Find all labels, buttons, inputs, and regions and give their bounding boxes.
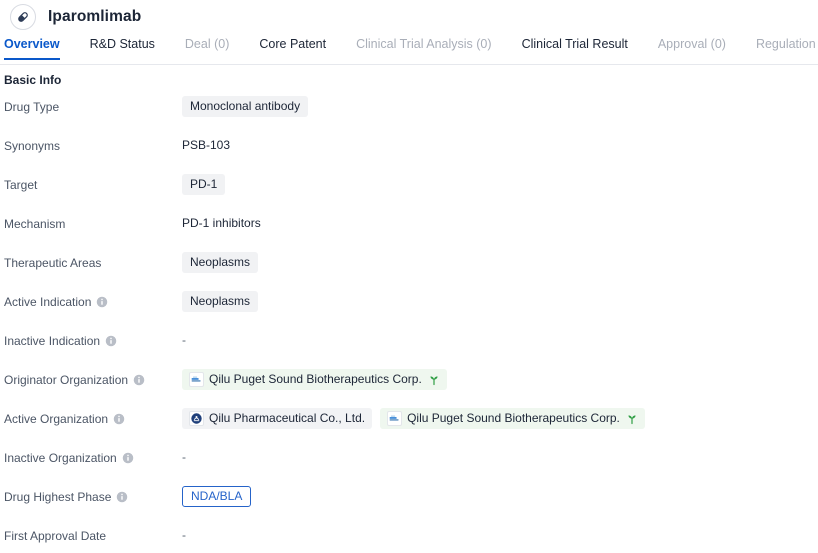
phase-badge[interactable]: NDA/BLA — [182, 486, 252, 507]
sprout-icon — [427, 374, 440, 386]
label-text: Therapeutic Areas — [4, 256, 102, 270]
row-inactive-organization: Inactive Organization - — [0, 440, 818, 479]
value-chip[interactable]: Monoclonal antibody — [182, 96, 309, 117]
info-icon[interactable] — [96, 296, 108, 308]
row-value-active-indication: Neoplasms — [182, 291, 818, 312]
row-value-first-approval-date: - — [182, 525, 818, 545]
row-active-organization: Active Organization Qilu Pharmaceutical C… — [0, 401, 818, 440]
organization-name: Qilu Puget Sound Biotherapeutics Corp. — [407, 411, 620, 425]
row-label-therapeutic-areas: Therapeutic Areas — [0, 252, 182, 272]
row-value-target: PD-1 — [182, 174, 818, 195]
label-text: Active Organization — [4, 412, 109, 426]
row-active-indication: Active Indication Neoplasms — [0, 284, 818, 323]
row-therapeutic-areas: Therapeutic Areas Neoplasms — [0, 245, 818, 284]
row-first-approval-date: First Approval Date - — [0, 518, 818, 553]
label-text: Drug Type — [4, 100, 60, 114]
label-text: Inactive Organization — [4, 451, 117, 465]
row-label-mechanism: Mechanism — [0, 213, 182, 233]
value-chip[interactable]: Neoplasms — [182, 252, 259, 273]
label-text: First Approval Date — [4, 529, 107, 543]
tab-r-d-status[interactable]: R&D Status — [90, 34, 155, 60]
row-drug-type: Drug Type Monoclonal antibody — [0, 89, 818, 128]
info-icon[interactable] — [113, 413, 125, 425]
row-label-inactive-organization: Inactive Organization — [0, 447, 182, 467]
organization-chip[interactable]: Qilu Puget Sound Biotherapeutics Corp. — [182, 369, 447, 390]
label-text: Inactive Indication — [4, 334, 101, 348]
tab-clinical-trial-analysis-0[interactable]: Clinical Trial Analysis (0) — [356, 34, 491, 60]
empty-value: - — [182, 333, 186, 347]
row-value-inactive-organization: - — [182, 447, 818, 467]
row-originator-organization: Originator Organization Qilu Puget Sound … — [0, 362, 818, 401]
tab-core-patent[interactable]: Core Patent — [259, 34, 326, 60]
row-value-active-organization: Qilu Pharmaceutical Co., Ltd. Qilu Puget … — [182, 408, 818, 429]
company-logo-qilu-puget-icon — [387, 411, 403, 426]
label-text: Drug Highest Phase — [4, 490, 112, 504]
row-label-active-indication: Active Indication — [0, 291, 182, 311]
row-target: Target PD-1 — [0, 167, 818, 206]
organization-chip[interactable]: Qilu Puget Sound Biotherapeutics Corp. — [380, 408, 645, 429]
drug-detail-page: Iparomlimab Overview R&D Status Deal (0) Co… — [0, 0, 818, 553]
company-logo-qilu-pharmaceutical-icon — [189, 411, 204, 426]
row-value-therapeutic-areas: Neoplasms — [182, 252, 818, 273]
row-value-mechanism: PD-1 inhibitors — [182, 213, 818, 233]
row-drug-highest-phase: Drug Highest Phase NDA/BLA — [0, 479, 818, 518]
text-value: PD-1 inhibitors — [182, 216, 261, 230]
info-icon[interactable] — [133, 374, 145, 386]
label-text: Target — [4, 178, 38, 192]
row-value-drug-type: Monoclonal antibody — [182, 96, 818, 117]
tab-approval-0[interactable]: Approval (0) — [658, 34, 726, 60]
text-value: PSB-103 — [182, 138, 231, 152]
section-title-basic-info: Basic Info — [4, 73, 62, 87]
row-label-drug-highest-phase: Drug Highest Phase — [0, 486, 182, 506]
row-value-originator-organization: Qilu Puget Sound Biotherapeutics Corp. — [182, 369, 818, 390]
page-title: Iparomlimab — [48, 8, 142, 25]
info-icon[interactable] — [122, 452, 134, 464]
row-mechanism: Mechanism PD-1 inhibitors — [0, 206, 818, 245]
label-text: Mechanism — [4, 217, 66, 231]
row-label-synonyms: Synonyms — [0, 135, 182, 155]
basic-info-rows: Drug Type Monoclonal antibody Synonyms PSB-… — [0, 89, 818, 553]
row-label-drug-type: Drug Type — [0, 96, 182, 116]
label-text: Active Indication — [4, 295, 92, 309]
row-label-target: Target — [0, 174, 182, 194]
capsule-icon — [10, 4, 36, 30]
row-label-inactive-indication: Inactive Indication — [0, 330, 182, 350]
row-label-originator-organization: Originator Organization — [0, 369, 182, 389]
tab-deal-0[interactable]: Deal (0) — [185, 34, 229, 60]
row-synonyms: Synonyms PSB-103 — [0, 128, 818, 167]
value-chip[interactable]: PD-1 — [182, 174, 226, 195]
organization-name: Qilu Pharmaceutical Co., Ltd. — [209, 411, 366, 425]
tab-clinical-trial-result[interactable]: Clinical Trial Result — [522, 34, 628, 60]
tab-bar: Overview R&D Status Deal (0) Core Patent Cli… — [0, 34, 818, 65]
row-value-drug-highest-phase: NDA/BLA — [182, 486, 818, 507]
page-header: Iparomlimab — [0, 0, 818, 34]
empty-value: - — [182, 450, 186, 464]
row-value-inactive-indication: - — [182, 330, 818, 350]
organization-name: Qilu Puget Sound Biotherapeutics Corp. — [209, 372, 422, 386]
label-text: Originator Organization — [4, 373, 129, 387]
sprout-icon — [625, 413, 638, 425]
value-chip[interactable]: Neoplasms — [182, 291, 259, 312]
info-icon[interactable] — [116, 491, 128, 503]
organization-chip[interactable]: Qilu Pharmaceutical Co., Ltd. — [182, 408, 373, 429]
tab-regulation-0[interactable]: Regulation (0) — [756, 34, 818, 60]
row-inactive-indication: Inactive Indication - — [0, 323, 818, 362]
empty-value: - — [182, 528, 186, 542]
label-text: Synonyms — [4, 139, 61, 153]
company-logo-qilu-puget-icon — [189, 372, 204, 387]
row-label-active-organization: Active Organization — [0, 408, 182, 428]
tab-overview[interactable]: Overview — [4, 34, 60, 60]
row-label-first-approval-date: First Approval Date — [0, 525, 182, 545]
info-icon[interactable] — [105, 335, 117, 347]
row-value-synonyms: PSB-103 — [182, 135, 818, 155]
